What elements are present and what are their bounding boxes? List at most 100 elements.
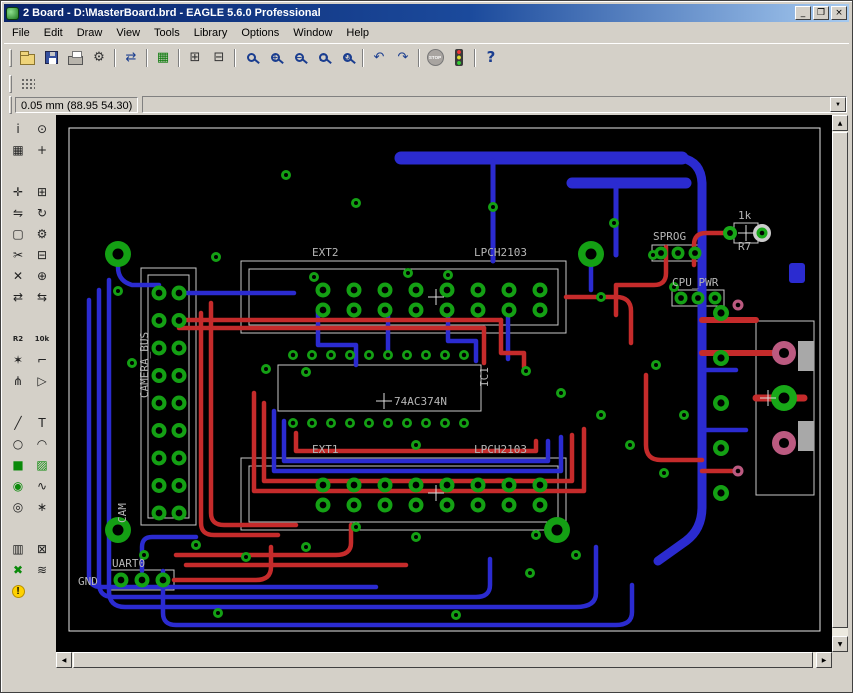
switch-editor-button[interactable]: ⇄ (119, 46, 143, 69)
combo-dropdown-arrow[interactable]: ▼ (830, 97, 846, 112)
redo-button[interactable]: ↷ (391, 46, 415, 69)
go-button[interactable] (447, 46, 471, 69)
pinswap-icon: ⇄ (13, 291, 23, 303)
print-button[interactable] (63, 46, 87, 69)
svg-text:LPCH2103: LPCH2103 (474, 246, 527, 259)
parameter-toolbar-grip[interactable] (9, 96, 12, 114)
horizontal-scrollbar[interactable]: ◀ ▶ (56, 652, 832, 668)
tool-meander-button[interactable]: ≋ (31, 560, 54, 580)
tool-arc-button[interactable]: ◠ (31, 434, 54, 454)
tool-wire-button[interactable]: ╱ (7, 413, 30, 433)
close-button[interactable]: × (831, 6, 847, 20)
zoom-redraw-glyph: ↻ (344, 54, 351, 62)
open-button[interactable] (15, 46, 39, 69)
menu-tools[interactable]: Tools (147, 24, 187, 42)
zoom-out-icon: − (295, 53, 304, 62)
tool-add-button[interactable]: ⊕ (31, 266, 54, 286)
tool-paste-button[interactable]: ⊟ (31, 245, 54, 265)
tool-display-button[interactable]: ▦ (7, 140, 30, 160)
svg-text:1k: 1k (738, 209, 752, 222)
library-button[interactable]: ▦ (151, 46, 175, 69)
move-icon: ✛ (13, 186, 23, 198)
tool-drc-button[interactable]: ⊠ (31, 539, 54, 559)
tool-group-button[interactable]: ▢ (7, 224, 30, 244)
tool-errors-button[interactable]: ! (7, 581, 30, 601)
menu-file[interactable]: File (5, 24, 37, 42)
tool-info-button[interactable]: i (7, 119, 30, 139)
wrench-icon: ⚙ (37, 228, 48, 240)
tool-change-button[interactable]: ⚙ (31, 224, 54, 244)
zoom-out-glyph: − (296, 54, 303, 62)
zoom-fit-button[interactable] (239, 46, 263, 69)
tool-pinswap-button[interactable]: ⇄ (7, 287, 30, 307)
tool-copy-button[interactable]: ⊞ (31, 182, 54, 202)
pcb-svg[interactable]: EXT2LPCH2103SPROGCPU_PWR1kR7CAMERA_BUSIC… (56, 115, 832, 652)
menu-draw[interactable]: Draw (70, 24, 110, 42)
zoom-redraw-button[interactable]: ↻ (335, 46, 359, 69)
tool-show-button[interactable]: ⊙ (31, 119, 54, 139)
undo-button[interactable]: ↶ (367, 46, 391, 69)
tool-text-button[interactable]: T (31, 413, 54, 433)
tool-mirror-button[interactable]: ⇋ (7, 203, 30, 223)
display-layers-button[interactable]: ⊞ (183, 46, 207, 69)
scroll-left-button[interactable]: ◀ (56, 652, 72, 668)
save-button[interactable] (39, 46, 63, 69)
scroll-up-button[interactable]: ▲ (832, 115, 848, 131)
tool-split-button[interactable]: ⋔ (7, 371, 30, 391)
tool-miter-button[interactable]: ⌐ (31, 350, 54, 370)
tool-via-button[interactable]: ◉ (7, 476, 30, 496)
tool-invoke-button[interactable]: ▷ (31, 371, 54, 391)
zoom-select-glyph: □ (319, 54, 327, 62)
vertical-scroll-thumb[interactable] (832, 132, 848, 628)
menu-window[interactable]: Window (286, 24, 339, 42)
tool-smash-button[interactable]: ✶ (7, 350, 30, 370)
tool-optimize-button[interactable]: ✖ (7, 560, 30, 580)
tool-name-button[interactable]: R2 (7, 329, 30, 349)
arc-icon: ◠ (37, 438, 47, 450)
zoom-in-button[interactable]: + (263, 46, 287, 69)
tool-ratsnest-button[interactable]: ∗ (31, 497, 54, 517)
vertical-scrollbar[interactable]: ▲ ▼ (832, 115, 848, 652)
tool-hole-button[interactable]: ◎ (7, 497, 30, 517)
tool-mark-button[interactable]: + (31, 140, 54, 160)
scroll-right-button[interactable]: ▶ (816, 652, 832, 668)
toolbar-separator (146, 49, 148, 67)
toolbar-grip[interactable] (9, 49, 12, 67)
menu-library[interactable]: Library (187, 24, 235, 42)
cam-processor-button[interactable]: ⚙ (87, 46, 111, 69)
tool-rect-button[interactable]: ■ (7, 455, 30, 475)
stop-button[interactable]: STOP (423, 46, 447, 69)
command-combobox[interactable]: ▼ (142, 96, 847, 113)
minimize-button[interactable]: _ (795, 6, 811, 20)
restore-button[interactable]: ❐ (813, 6, 829, 20)
grid-toolbar-grip[interactable] (9, 75, 12, 93)
zoom-select-button[interactable]: □ (311, 46, 335, 69)
menu-options[interactable]: Options (234, 24, 286, 42)
tool-polygon-button[interactable]: ▨ (31, 455, 54, 475)
text-icon: T (38, 417, 45, 429)
horizontal-scroll-thumb[interactable] (73, 652, 813, 668)
menu-view[interactable]: View (109, 24, 147, 42)
tool-delete-button[interactable]: ✕ (7, 266, 30, 286)
tool-auto-button[interactable]: ▥ (7, 539, 30, 559)
display-options-button[interactable]: ⊟ (207, 46, 231, 69)
tool-signal-button[interactable]: ∿ (31, 476, 54, 496)
tool-gateswap-button[interactable]: ⇆ (31, 287, 54, 307)
zoom-out-button[interactable]: − (287, 46, 311, 69)
scroll-down-button[interactable]: ▼ (832, 636, 848, 652)
menu-help[interactable]: Help (339, 24, 376, 42)
toolbar-separator (362, 49, 364, 67)
tool-circle-button[interactable]: ○ (7, 434, 30, 454)
rect-icon: ■ (12, 459, 23, 471)
grid-button[interactable] (15, 72, 39, 95)
tool-cut-button[interactable]: ✂ (7, 245, 30, 265)
name-icon: R2 (13, 336, 23, 343)
tool-move-button[interactable]: ✛ (7, 182, 30, 202)
board-canvas[interactable]: EXT2LPCH2103SPROGCPU_PWR1kR7CAMERA_BUSIC… (56, 115, 832, 652)
menu-edit[interactable]: Edit (37, 24, 70, 42)
help-button[interactable]: ? (479, 46, 503, 69)
tool-value-button[interactable]: 10k (31, 329, 54, 349)
tool-rotate-button[interactable]: ↻ (31, 203, 54, 223)
window-title: 2 Board - D:\MasterBoard.brd - EAGLE 5.6… (23, 7, 795, 19)
menu-bar: File Edit Draw View Tools Library Option… (4, 23, 849, 42)
